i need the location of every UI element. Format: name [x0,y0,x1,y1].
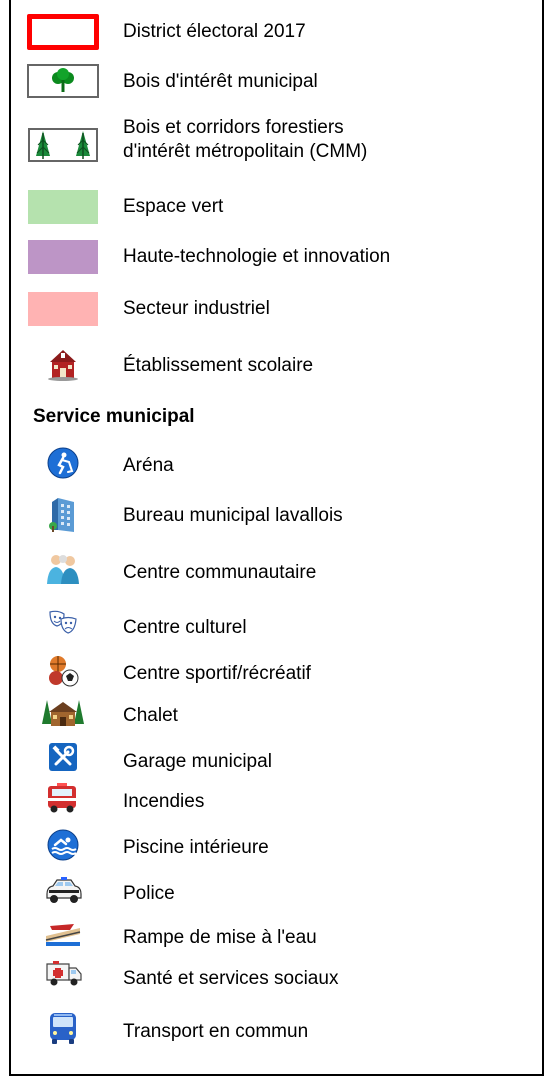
community-center-icon [27,552,99,586]
legend-item-rampe: Rampe de mise à l'eau [11,918,542,958]
legend-item-secteur-industriel: Secteur industriel [11,288,542,328]
legend-label: Établissement scolaire [123,355,314,376]
legend-item-garage-municipal: Garage municipal [11,742,542,782]
legend-label: Transport en commun [123,1021,309,1042]
legend-label: Rampe de mise à l'eau [123,927,317,948]
legend-item-chalet: Chalet [11,696,542,736]
legend-label: Aréna [123,455,174,476]
legend-item-centre-communautaire: Centre communautaire [11,552,542,592]
legend-label: Bois d'intérêt municipal [123,71,318,92]
legend-item-bureau-municipal: Bureau municipal lavallois [11,496,542,536]
bus-icon [27,1010,99,1046]
legend-item-transport: Transport en commun [11,1010,542,1050]
legend-label: Santé et services sociaux [123,968,339,989]
legend-item-arena: Aréna [11,446,542,486]
map-legend: District électoral 2017 Bois d'intérêt m… [9,0,544,1076]
tree-swatch [27,64,99,98]
legend-item-police: Police [11,874,542,914]
legend-item-bois-cmm: Bois et corridors forestiers d'intérêt m… [11,116,542,176]
sports-balls-icon [27,654,99,688]
tree-icon [27,64,99,98]
haute-technologie-swatch [27,240,99,274]
service-municipal-heading: Service municipal [33,406,195,427]
school-icon [27,348,99,382]
legend-item-piscine: Piscine intérieure [11,828,542,868]
legend-item-etablissement-scolaire: Établissement scolaire [11,346,542,386]
ambulance-icon [27,958,99,990]
district-outline-swatch [27,14,99,50]
espace-vert-swatch [27,190,99,224]
legend-item-district: District électoral 2017 [11,12,542,52]
legend-item-haute-technologie: Haute-technologie et innovation [11,236,542,276]
office-building-icon [27,496,99,534]
chalet-icon [27,696,99,730]
boat-ramp-icon [27,918,99,948]
legend-label: Piscine intérieure [123,837,269,858]
legend-item-bois-municipal: Bois d'intérêt municipal [11,62,542,102]
pine-trees-swatch [27,128,99,162]
secteur-industriel-swatch [27,292,99,326]
legend-label: Incendies [123,791,205,812]
legend-label: Centre culturel [123,617,247,638]
legend-item-centre-culturel: Centre culturel [11,608,542,648]
legend-label: Centre communautaire [123,562,317,583]
legend-label: Secteur industriel [123,298,270,319]
fire-truck-icon [27,782,99,814]
legend-label: Espace vert [123,196,224,217]
legend-label: Chalet [123,705,178,726]
legend-label-line1: Bois et corridors forestiers [123,117,344,138]
legend-label: Bureau municipal lavallois [123,505,343,526]
legend-item-centre-sportif: Centre sportif/récréatif [11,654,542,694]
legend-label: Police [123,883,175,904]
arena-icon [27,446,99,480]
legend-label: District électoral 2017 [123,21,306,42]
legend-label: Centre sportif/récréatif [123,663,311,684]
legend-label-line2: d'intérêt métropolitain (CMM) [123,141,368,162]
legend-label: Garage municipal [123,751,272,772]
theatre-masks-icon [27,608,99,638]
legend-label: Haute-technologie et innovation [123,246,391,267]
tools-icon [27,742,99,772]
legend-item-sante: Santé et services sociaux [11,958,542,998]
police-car-icon [27,874,99,906]
pine-trees-icon [28,128,98,162]
legend-item-incendies: Incendies [11,782,542,822]
legend-item-espace-vert: Espace vert [11,186,542,226]
swimmer-icon [27,828,99,862]
